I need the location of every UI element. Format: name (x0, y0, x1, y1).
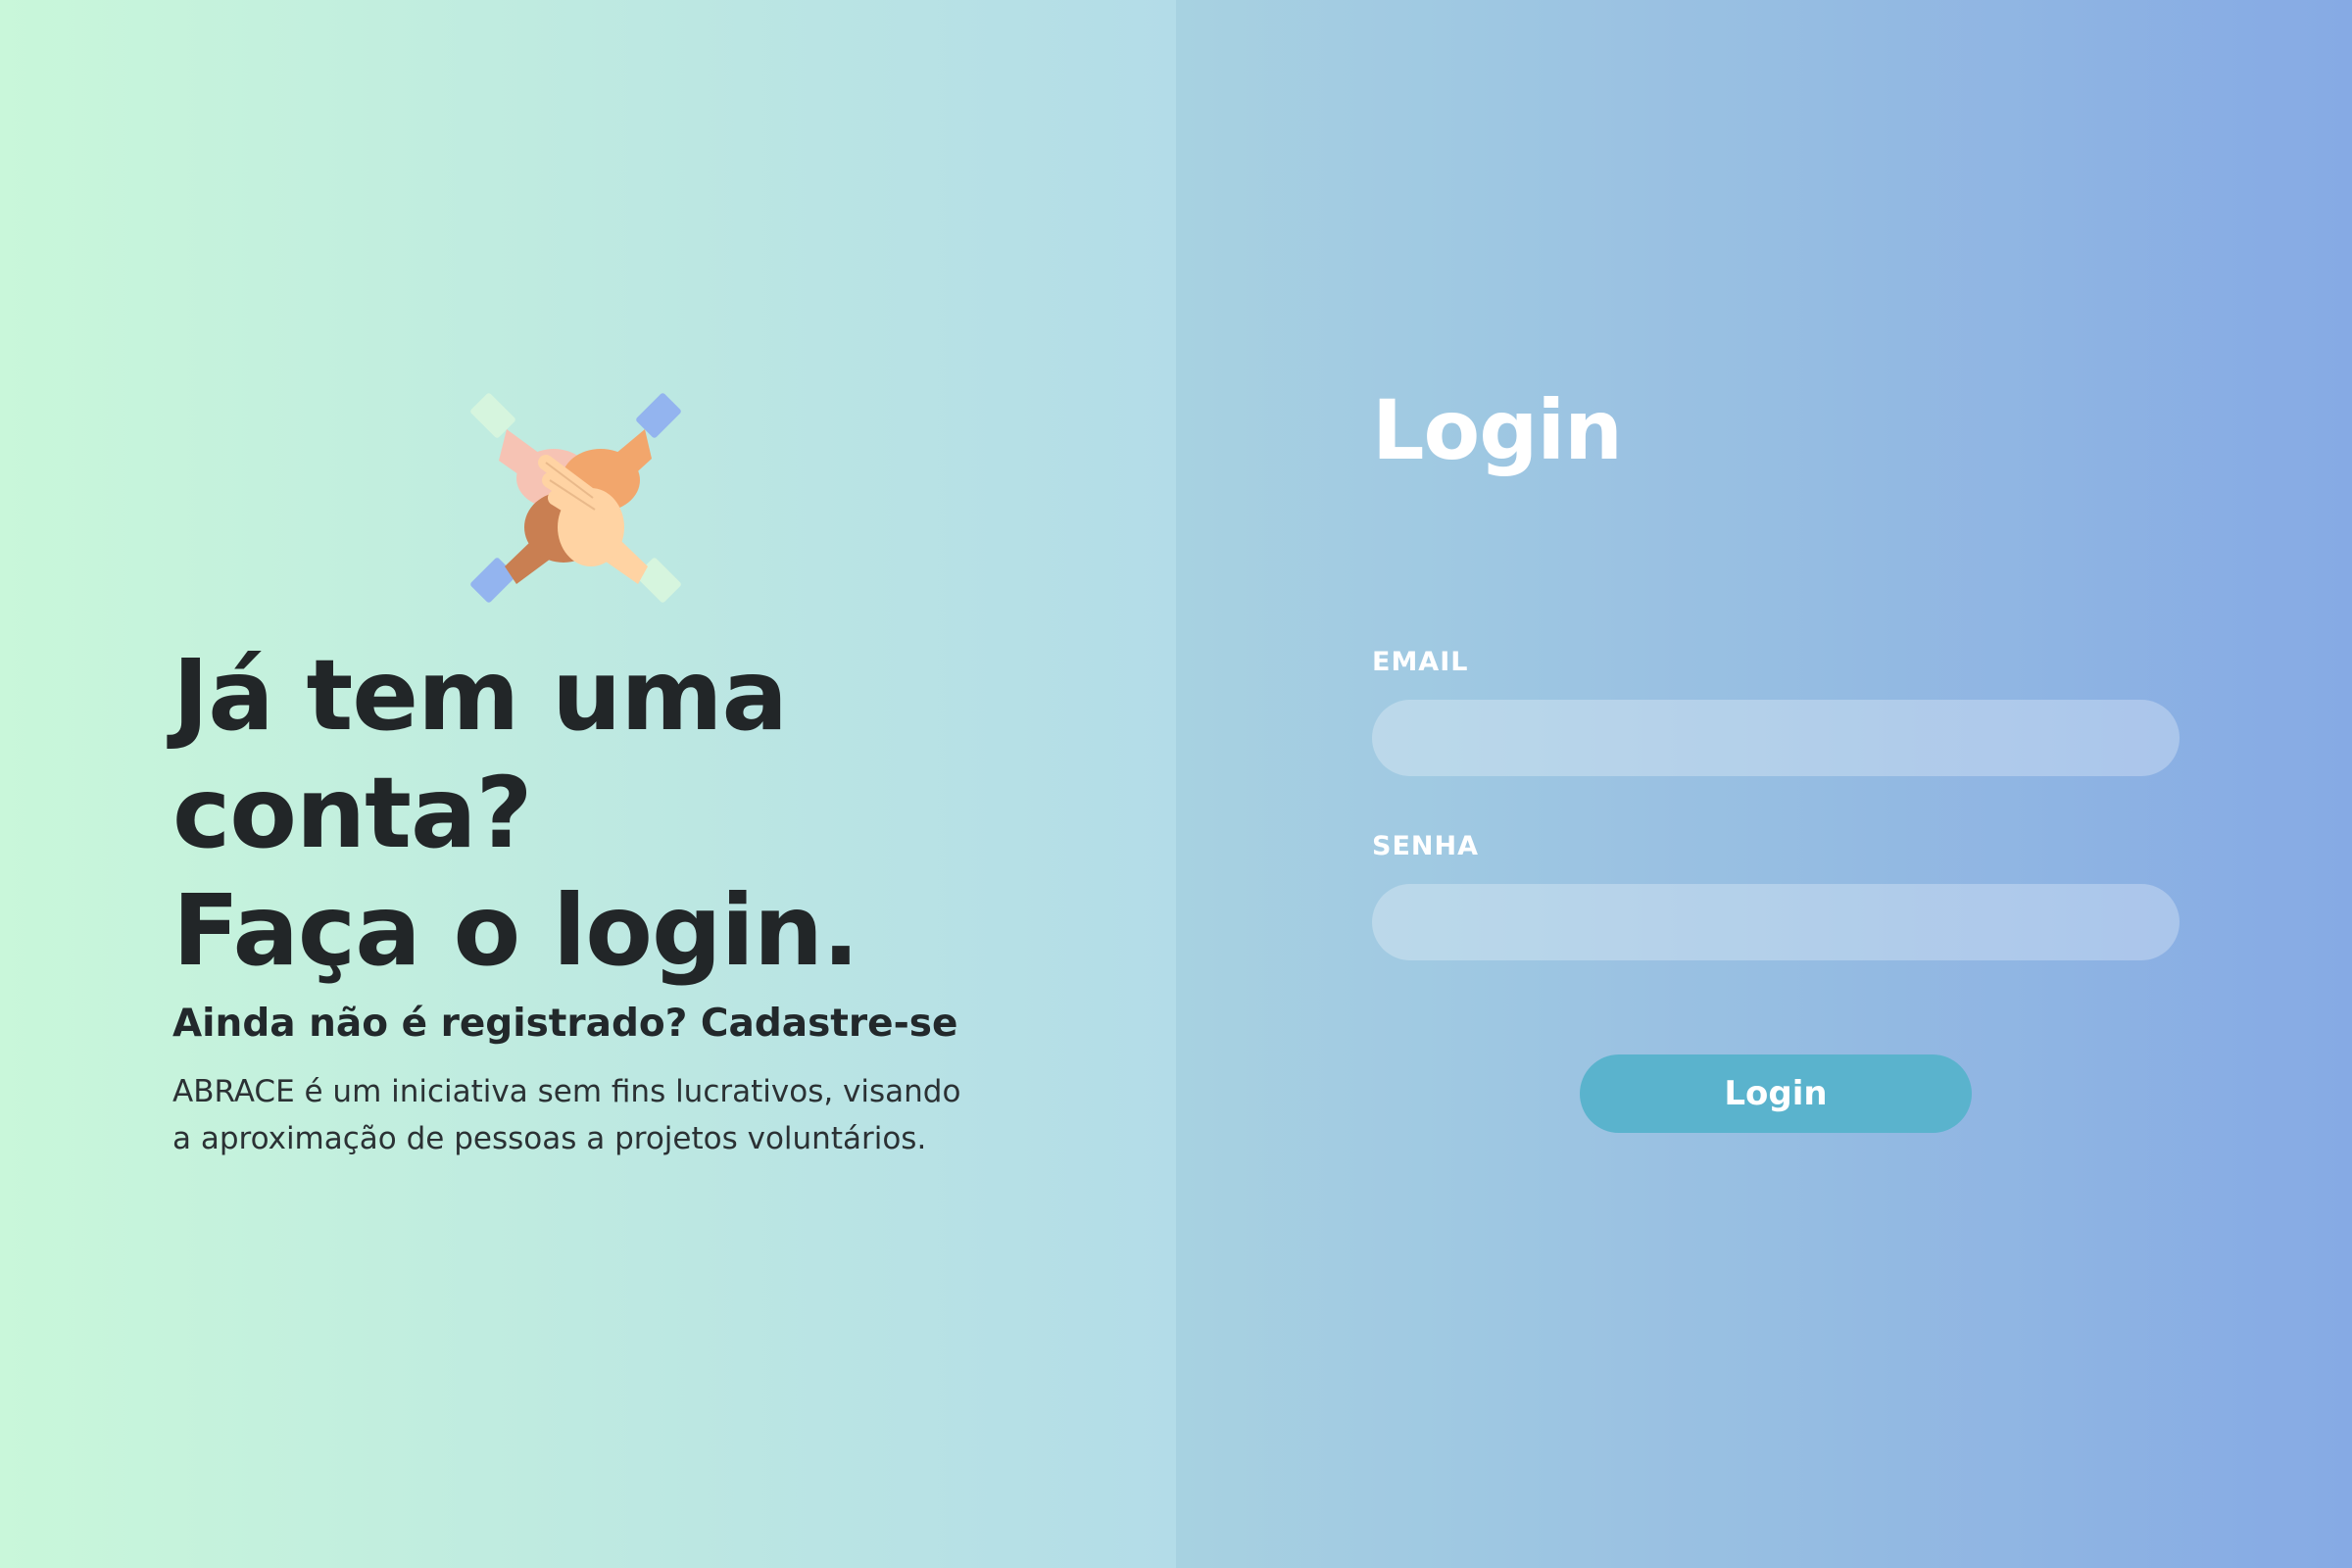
headline-line: conta? (172, 756, 532, 870)
email-label: EMAIL (1372, 647, 1469, 677)
email-field[interactable] (1372, 700, 2180, 776)
register-link[interactable]: Ainda não é registrado? Cadastre-se (172, 1002, 957, 1046)
password-field[interactable] (1372, 884, 2180, 960)
login-panel (1176, 0, 2352, 1568)
page-headline: Já tem uma conta? Faça o login. (172, 637, 1152, 990)
left-panel: Já tem uma conta? Faça o login. Ainda nã… (0, 0, 1176, 1568)
description-line: ABRACE é um iniciativa sem fins lucrativ… (172, 1074, 961, 1109)
password-label: SENHA (1372, 831, 1479, 861)
headline-line: Faça o login. (172, 873, 859, 988)
description-line: a aproximação de pessoas a projetos volu… (172, 1121, 927, 1156)
login-title: Login (1372, 382, 1623, 478)
headline-line: Já tem uma (172, 638, 788, 753)
login-button[interactable]: Login (1580, 1054, 1972, 1133)
stacked-hands-icon (470, 393, 681, 603)
description-text: ABRACE é um iniciativa sem fins lucrativ… (172, 1068, 1054, 1162)
